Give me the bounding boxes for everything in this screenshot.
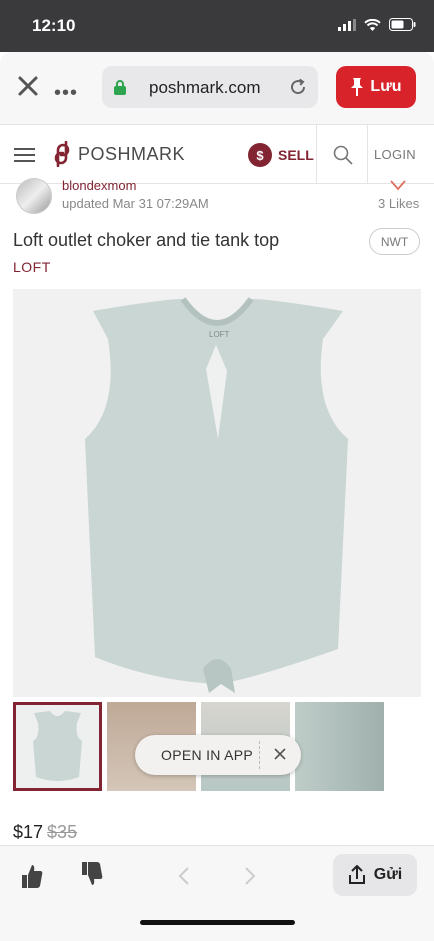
more-options-icon[interactable]: •••: [54, 82, 78, 105]
nav-divider: [367, 125, 368, 183]
reload-icon[interactable]: [288, 77, 308, 97]
thumbnail-1[interactable]: [13, 702, 102, 791]
search-icon[interactable]: [333, 145, 353, 165]
home-indicator: [140, 920, 295, 925]
thumbs-up-icon[interactable]: [20, 863, 44, 889]
likes-count[interactable]: 3 Likes: [378, 196, 419, 211]
current-price: $17: [13, 822, 44, 842]
status-bar: 12:10: [0, 0, 434, 52]
brand-link[interactable]: LOFT: [13, 259, 51, 275]
browser-sheet: ••• poshmark.com Lưu POSHMARK $ SELL LOG…: [0, 52, 434, 941]
open-in-app-banner: OPEN IN APP: [135, 735, 301, 775]
save-label: Lưu: [370, 78, 402, 95]
login-link[interactable]: LOGIN: [374, 147, 416, 162]
forward-icon[interactable]: [244, 866, 256, 886]
back-icon[interactable]: [178, 866, 190, 886]
bottom-toolbar: Gửi: [0, 845, 434, 941]
address-bar[interactable]: poshmark.com: [102, 66, 318, 108]
status-time: 12:10: [32, 16, 76, 35]
heart-icon[interactable]: [390, 180, 406, 192]
pin-icon: [351, 78, 364, 96]
signal-icon: [338, 18, 356, 31]
listing-title: Loft outlet choker and tie tank top: [13, 230, 280, 250]
dollar-icon: $: [248, 143, 272, 167]
garment-tag: LOFT: [209, 330, 230, 339]
logo-text: POSHMARK: [78, 143, 186, 164]
browser-toolbar: ••• poshmark.com Lưu: [0, 52, 434, 124]
condition-badge: NWT: [369, 228, 420, 255]
tank-top-image: LOFT: [85, 297, 348, 693]
updated-time: updated Mar 31 07:29AM: [62, 196, 209, 211]
thumbs-down-icon[interactable]: [80, 861, 104, 887]
close-icon[interactable]: [273, 747, 287, 761]
main-product-image[interactable]: LOFT: [13, 289, 421, 697]
save-button[interactable]: Lưu: [336, 66, 416, 108]
seller-name[interactable]: blondexmom: [62, 178, 136, 193]
lock-icon: [114, 80, 126, 95]
original-price: $35: [47, 822, 78, 842]
url-text: poshmark.com: [149, 78, 261, 97]
status-icons: [338, 18, 416, 31]
seller-row: blondexmom updated Mar 31 07:29AM 3 Like…: [0, 178, 434, 234]
share-icon: [348, 865, 365, 884]
price: $17 $35: [13, 822, 77, 843]
poshmark-logo-icon: [54, 141, 70, 167]
pill-divider: [259, 741, 260, 769]
poshmark-logo[interactable]: POSHMARK: [52, 141, 185, 167]
thumbnail-4[interactable]: [295, 702, 384, 791]
battery-icon: [389, 18, 416, 31]
menu-icon[interactable]: [14, 148, 35, 166]
site-header: POSHMARK $ SELL LOGIN: [0, 124, 434, 184]
avatar[interactable]: [16, 178, 52, 214]
share-label: Gửi: [373, 866, 403, 883]
sell-button[interactable]: $ SELL: [248, 143, 314, 167]
open-in-app-button[interactable]: OPEN IN APP: [161, 747, 253, 763]
sell-label: SELL: [278, 147, 314, 163]
close-icon[interactable]: [16, 74, 40, 98]
nav-divider: [316, 125, 317, 183]
share-button[interactable]: Gửi: [333, 854, 417, 896]
wifi-icon: [364, 18, 381, 31]
